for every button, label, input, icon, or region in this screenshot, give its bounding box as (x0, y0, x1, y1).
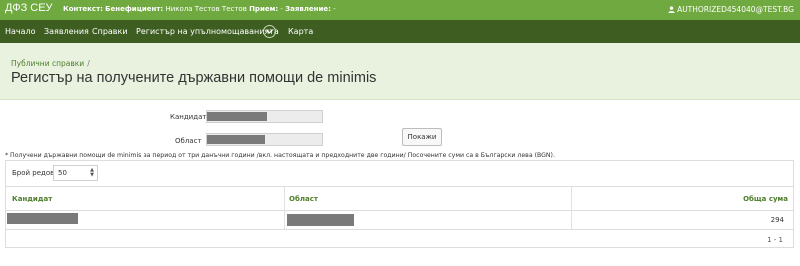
rows-per-page-value: 50 (58, 169, 67, 177)
breadcrumb-public-reports[interactable]: Публични справки (11, 59, 84, 68)
pagination-info: 1 - 1 (767, 236, 783, 244)
user-email: AUTHORIZED454040@TEST.BG (677, 5, 794, 14)
nav-item-home[interactable]: Начало (5, 27, 36, 36)
table-footer-divider (6, 229, 793, 230)
breadcrumb: Публични справки / (11, 59, 90, 68)
user-menu[interactable]: AUTHORIZED454040@TEST.BG (668, 5, 794, 14)
redacted-value (207, 112, 267, 121)
rows-per-page-select[interactable]: 50 ▲ ▼ (53, 165, 98, 181)
candidate-label: Кандидат (170, 113, 207, 121)
region-label: Област (175, 137, 202, 145)
top-bar: ДФЗ СЕУ Контекст: Бенефициент: Никола Те… (0, 0, 800, 20)
redacted-candidate-cell (7, 213, 78, 224)
table-cell-total: 294 (770, 216, 784, 224)
nav-dropdown-toggle[interactable] (263, 25, 276, 38)
spinner-arrows-icon: ▲ ▼ (90, 167, 94, 178)
person-icon (668, 6, 675, 13)
column-header-candidate[interactable]: Кандидат (12, 195, 52, 203)
show-button[interactable]: Покажи (402, 128, 442, 146)
reception-label: Прием: (249, 5, 279, 13)
context-info: Контекст: Бенефициент: Никола Тестов Тес… (63, 5, 336, 13)
redacted-value (207, 135, 265, 144)
context-label: Контекст: (63, 5, 103, 13)
beneficiary-label: Бенефициент: (105, 5, 164, 13)
app-brand[interactable]: ДФЗ СЕУ (5, 2, 53, 14)
application-label: Заявление: (285, 5, 331, 13)
column-divider (571, 187, 572, 229)
beneficiary-value: Никола Тестов Тестов (165, 5, 247, 13)
page-title: Регистър на получените държавни помощи d… (11, 70, 377, 86)
redacted-region-cell (287, 214, 354, 226)
table-header-divider (6, 186, 793, 187)
nav-item-map[interactable]: Карта (288, 27, 313, 36)
info-note: * Получени държавни помощи de minimis за… (5, 152, 555, 159)
column-header-region[interactable]: Област (289, 195, 318, 203)
rows-per-page-label: Брой редове (12, 169, 59, 177)
column-divider (284, 187, 285, 229)
table-body-divider (6, 210, 793, 211)
nav-item-authorizations-register[interactable]: Регистър на упълномощаванията (136, 27, 279, 36)
nav-item-reports[interactable]: Справки (92, 27, 128, 36)
nav-item-applications[interactable]: Заявления (44, 27, 89, 36)
application-value: - (333, 5, 336, 13)
chevron-down-icon (266, 29, 273, 34)
reception-value: - (280, 5, 283, 13)
results-panel (5, 160, 794, 248)
column-header-total[interactable]: Обща сума (743, 195, 788, 203)
breadcrumb-separator: / (87, 59, 90, 68)
